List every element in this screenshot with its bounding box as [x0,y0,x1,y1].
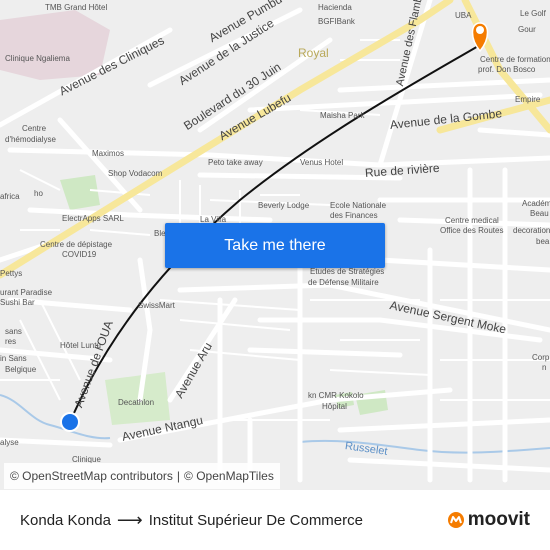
poi-label: Beverly Lodge [258,201,310,210]
poi-label: Pettys [0,269,23,278]
poi-label: res [5,337,17,346]
poi-label: Gour [518,25,536,34]
stream [299,439,550,454]
moovit-pin-icon [447,512,464,528]
poi-label: Centre de dépistage [40,240,113,249]
moovit-logo[interactable]: moovit [447,490,530,550]
poi-label: bea [536,237,550,246]
poi-label: Belgique [5,365,37,374]
poi-label: Ble [154,229,166,238]
poi-label: Venus Hotel [300,158,344,167]
poi-label: Clinique Ngaliema [5,54,70,63]
poi-label: Office des Routes [440,226,504,235]
poi-label: Maximos [92,149,125,158]
poi-label: sans [5,327,22,336]
park-area [60,175,100,210]
poi-label: Sushi Bar [0,298,35,307]
attribution-separator: | [176,469,181,483]
poi-label: africa [0,192,20,201]
poi-label: Hôpital [322,402,347,411]
poi-label: des Finances [330,211,378,220]
poi-label: Maisha Park [320,111,365,120]
poi-label: d'hémodialyse [5,135,56,144]
route-footer: Konda Konda ⟶ Institut Supérieur De Comm… [0,490,550,550]
take-me-there-button[interactable]: Take me there [165,223,385,268]
osm-attribution-link[interactable]: © OpenStreetMap contributors [10,469,173,483]
poi-label: in Sans [0,354,27,363]
poi-label: Decathlon [118,398,155,407]
destination-name: Institut Supérieur De Commerce [148,511,363,529]
map[interactable]: Avenue des Cliniques Avenue de la Justic… [0,0,550,490]
poi-label: prof. Don Bosco [478,65,536,74]
poi-label: UBA [455,11,472,20]
poi-label: Etudes de Stratégies [310,267,385,276]
poi-label: Peto take away [208,158,263,167]
stream [0,394,111,440]
poi-label: ho [34,189,43,198]
poi-label: Empire [515,95,541,104]
poi-label: Beau [530,209,549,218]
poi-label: COVID19 [62,250,97,259]
poi-label: Centre [22,124,47,133]
moovit-wordmark: moovit [467,509,530,530]
poi-label: n [542,363,547,372]
poi-label: alyse [0,438,19,447]
poi-label: Centre medical [445,216,499,225]
poi-label: Hacienda [318,3,352,12]
poi-label: Corp [532,353,550,362]
origin-marker[interactable] [60,412,80,432]
poi-label: Shop Vodacom [108,169,163,178]
origin-name: Konda Konda [20,511,111,529]
poi-label: urant Paradise [0,288,53,297]
poi-label: SwissMart [138,301,175,310]
poi-label: Ecole Nationale [330,201,387,210]
arrow-right-icon: ⟶ [116,509,143,530]
poi-label: TMB Grand Hôtel [45,3,108,12]
poi-label: kn CMR Kokolo [308,391,364,400]
poi-label: Le Golf [520,9,546,18]
poi-label: Hôtel Luntu [60,341,101,350]
poi-label: Académ [522,199,550,208]
route-summary: Konda Konda ⟶ Institut Supérieur De Comm… [20,490,363,550]
map-attribution: © OpenStreetMap contributors | © OpenMap… [4,463,280,489]
poi-label: ElectrApps SARL [62,214,124,223]
district-label: Royal [298,46,329,60]
poi-label: decoration [513,226,550,235]
omt-attribution-link[interactable]: © OpenMapTiles [184,469,274,483]
poi-label: de Défense Militaire [308,278,379,287]
poi-label: Centre de formation [480,55,550,64]
poi-label: BGFIBank [318,17,355,26]
